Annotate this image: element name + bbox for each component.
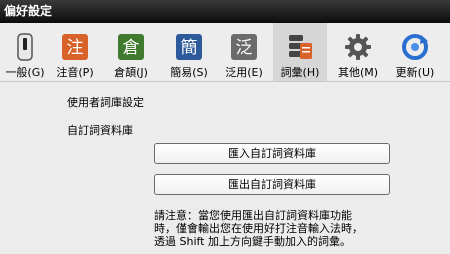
export-note: 請注意：當您使用匯出自訂詞資料庫功能 時，僅會輸出您在使用好打注音輸入法時， 透…: [154, 209, 363, 248]
section-title: 使用者詞庫設定: [67, 96, 144, 109]
tab-general-label: 一般(G): [5, 66, 45, 79]
note-line: 請注意：當您使用匯出自訂詞資料庫功能: [154, 209, 352, 222]
phrase-database-icon: [289, 35, 312, 59]
note-line: 透過 Shift 加上方向鍵手動加入的詞彙。: [154, 235, 351, 248]
toolbar: 一般(G) 注 注音(P) 倉 倉頡(J) 簡 簡易(S) 泛 泛用(E) 詞彙…: [0, 23, 450, 82]
gear-icon: [345, 34, 371, 60]
svg-text:注: 注: [67, 38, 84, 58]
tab-zhuyin-label: 注音(P): [56, 66, 94, 79]
generic-icon: 泛: [231, 34, 257, 60]
tab-generic[interactable]: 泛 泛用(E): [219, 23, 269, 81]
phrase-settings-panel: 使用者詞庫設定 自訂詞資料庫 匯入自訂詞資料庫 匯出自訂詞資料庫 請注意：當您使…: [0, 82, 450, 254]
tab-zhuyin[interactable]: 注 注音(P): [50, 23, 100, 81]
tab-cangjie-label: 倉頡(J): [114, 66, 148, 79]
subsection-title: 自訂詞資料庫: [67, 124, 133, 137]
note-line: 時，僅會輸出您在使用好打注音輸入法時，: [154, 222, 363, 235]
svg-text:簡: 簡: [181, 38, 198, 58]
tab-simplex-label: 簡易(S): [170, 66, 208, 79]
tab-phrases-label: 詞彙(H): [280, 66, 320, 79]
tab-update-label: 更新(U): [395, 66, 435, 79]
simplex-icon: 簡: [176, 34, 202, 60]
tab-other[interactable]: 其他(M): [333, 23, 383, 81]
tab-general[interactable]: 一般(G): [0, 23, 50, 81]
tab-update[interactable]: 更新(U): [390, 23, 440, 81]
svg-text:倉: 倉: [123, 38, 140, 58]
tab-generic-label: 泛用(E): [225, 66, 263, 79]
update-icon: [402, 34, 428, 60]
tab-simplex[interactable]: 簡 簡易(S): [164, 23, 214, 81]
export-phrases-button[interactable]: 匯出自訂詞資料庫: [154, 174, 390, 195]
switch-icon: [17, 33, 33, 61]
tab-phrases[interactable]: 詞彙(H): [273, 23, 327, 81]
import-phrases-button[interactable]: 匯入自訂詞資料庫: [154, 143, 390, 164]
zhuyin-icon: 注: [62, 34, 88, 60]
tab-cangjie[interactable]: 倉 倉頡(J): [106, 23, 156, 81]
svg-text:泛: 泛: [236, 38, 253, 58]
window-title: 偏好設定: [0, 0, 450, 23]
cangjie-icon: 倉: [118, 34, 144, 60]
tab-other-label: 其他(M): [337, 66, 379, 79]
